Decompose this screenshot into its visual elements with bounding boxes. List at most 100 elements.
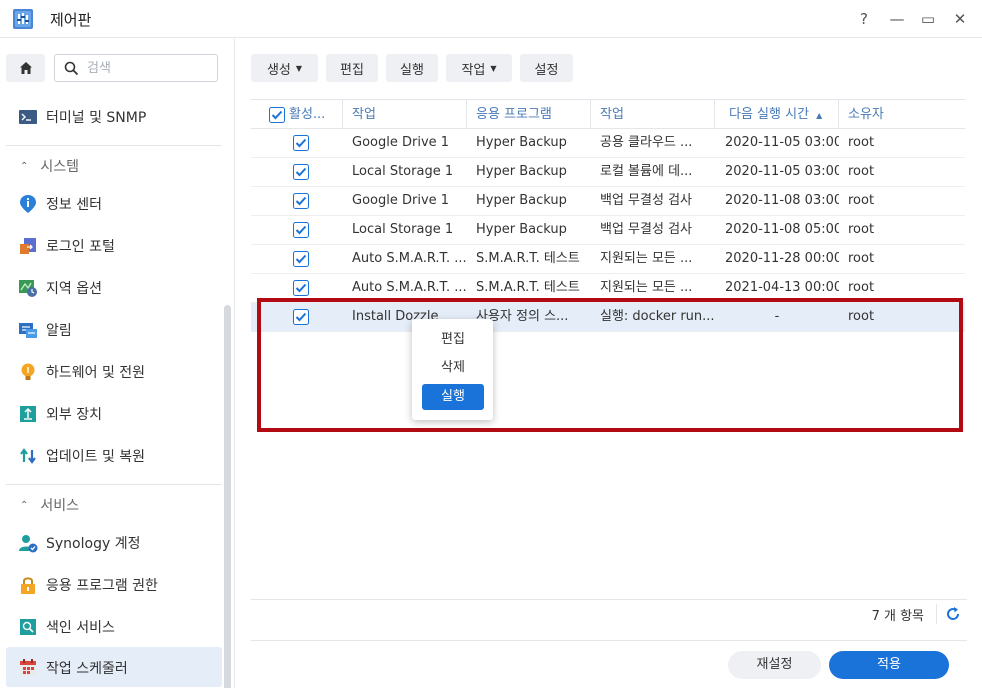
cell-app: Hyper Backup <box>476 193 567 208</box>
minimize-button[interactable]: — <box>886 8 908 30</box>
table-row[interactable]: Google Drive 1 Hyper Backup 백업 무결성 검사 2020-… <box>251 187 965 216</box>
table-row[interactable]: Local Storage 1 Hyper Backup 백업 무결성 검사 2020… <box>251 216 965 245</box>
sidebar-item-label: 터미널 및 SNMP <box>46 110 147 126</box>
refresh-icon[interactable] <box>944 605 962 623</box>
search-input[interactable] <box>87 58 211 78</box>
cell-action: 로컬 볼륨에 데... <box>600 164 693 179</box>
table-row[interactable]: Local Storage 1 Hyper Backup 로컬 볼륨에 데... 20… <box>251 158 965 187</box>
cell-task: Auto S.M.A.R.T. ... <box>352 280 467 295</box>
settings-button[interactable]: 설정 <box>520 54 573 82</box>
index-icon <box>20 619 36 635</box>
sidebar-item-synology-account[interactable]: Synology 계정 <box>6 523 222 561</box>
run-button[interactable]: 실행 <box>386 54 438 82</box>
sidebar-item-update-restore[interactable]: 업데이트 및 복원 <box>6 436 222 474</box>
sidebar-item-label: 알림 <box>46 323 72 339</box>
search-icon <box>64 61 79 76</box>
cell-task: Google Drive 1 <box>352 193 450 208</box>
cell-owner: root <box>848 135 875 150</box>
cell-action: 실행: docker run... <box>600 309 715 324</box>
sidebar-group-label: 서비스 <box>40 498 80 514</box>
cell-next: 2020-11-05 03:00 <box>725 164 839 179</box>
cell-app: Hyper Backup <box>476 135 567 150</box>
title-bar: 제어판 ? — ▭ ✕ <box>0 0 982 38</box>
action-button[interactable]: 작업 ▼ <box>446 54 512 82</box>
sidebar-item-external-devices[interactable]: 외부 장치 <box>6 394 222 432</box>
sidebar-item-hardware-power[interactable]: 하드웨어 및 전원 <box>6 352 222 390</box>
close-button[interactable]: ✕ <box>949 8 971 30</box>
table-row[interactable]: Install Dozzle 사용자 정의 스... 실행: docker run.… <box>251 303 965 332</box>
column-header-next-run[interactable]: 다음 실행 시간 ▲ <box>715 100 839 129</box>
sidebar-item-info-center[interactable]: 정보 센터 <box>6 184 222 222</box>
cell-next: 2020-11-08 05:00 <box>725 222 839 237</box>
enabled-checkbox[interactable] <box>293 280 309 296</box>
cell-owner: root <box>848 280 875 295</box>
sidebar-item-terminal[interactable]: 터미널 및 SNMP <box>6 97 222 135</box>
create-button[interactable]: 생성 ▼ <box>251 54 318 82</box>
cell-next: - <box>774 309 780 324</box>
context-menu-run[interactable]: 실행 <box>422 384 484 410</box>
context-menu: 편집 삭제 실행 <box>412 319 493 420</box>
caret-down-icon: ▼ <box>295 63 303 73</box>
cell-app: S.M.A.R.T. 테스트 <box>476 251 580 266</box>
notification-icon <box>19 323 37 338</box>
sidebar-scrollbar[interactable] <box>224 305 231 688</box>
sidebar-item-label: 하드웨어 및 전원 <box>46 365 146 381</box>
table-row[interactable]: Google Drive 1 Hyper Backup 공용 클라우드 ... 202… <box>251 129 965 158</box>
context-menu-delete[interactable]: 삭제 <box>422 355 484 381</box>
enabled-checkbox[interactable] <box>293 309 309 325</box>
column-header-action[interactable]: 작업 <box>591 100 715 129</box>
enabled-checkbox[interactable] <box>293 193 309 209</box>
login-portal-icon <box>20 238 36 254</box>
info-icon <box>20 195 36 213</box>
divider <box>936 604 937 624</box>
update-icon <box>20 448 36 464</box>
calendar-icon <box>20 659 36 676</box>
sidebar-item-notification[interactable]: 알림 <box>6 310 222 348</box>
sidebar-item-label: 작업 스케줄러 <box>46 661 128 677</box>
external-device-icon <box>20 406 36 422</box>
home-button[interactable] <box>6 54 45 82</box>
cell-action: 지원되는 모든 ... <box>600 251 693 266</box>
help-button[interactable]: ? <box>853 8 875 30</box>
cell-task: Local Storage 1 <box>352 222 454 237</box>
sidebar-group-services[interactable]: ⌃ 서비스 <box>20 495 79 515</box>
select-all-checkbox[interactable] <box>269 107 285 123</box>
column-header-label: 활성... <box>289 107 326 122</box>
cell-owner: root <box>848 222 875 237</box>
sidebar-item-login-portal[interactable]: 로그인 포털 <box>6 226 222 264</box>
sidebar-item-task-scheduler[interactable]: 작업 스케줄러 <box>6 647 222 687</box>
window-title: 제어판 <box>50 11 92 29</box>
item-count: 7 개 항목 <box>871 609 924 624</box>
table-row[interactable]: Auto S.M.A.R.T. ... S.M.A.R.T. 테스트 지원되는 모든… <box>251 245 965 274</box>
maximize-button[interactable]: ▭ <box>917 8 939 30</box>
sidebar-item-label: 로그인 포털 <box>46 239 115 255</box>
enabled-checkbox[interactable] <box>293 222 309 238</box>
sidebar-item-indexing-service[interactable]: 색인 서비스 <box>6 607 222 645</box>
divider <box>251 599 967 600</box>
sidebar-item-app-privileges[interactable]: 응용 프로그램 권한 <box>6 565 222 603</box>
sidebar-item-label: 색인 서비스 <box>46 620 115 636</box>
task-table: 활성... 작업 응용 프로그램 작업 다음 실행 시간 ▲ 소유자 Googl… <box>251 99 967 599</box>
sidebar-group-system[interactable]: ⌃ 시스템 <box>20 156 79 176</box>
apply-button[interactable]: 적용 <box>829 651 949 679</box>
caret-down-icon: ▼ <box>490 63 497 73</box>
sort-ascending-icon: ▲ <box>816 111 823 120</box>
table-row[interactable]: Auto S.M.A.R.T. ... S.M.A.R.T. 테스트 지원되는 모든… <box>251 274 965 303</box>
sidebar-item-regional-options[interactable]: 지역 옵션 <box>6 268 222 306</box>
action-label: 작업 <box>461 62 486 78</box>
enabled-checkbox[interactable] <box>293 251 309 267</box>
search-box[interactable] <box>54 54 218 82</box>
enabled-checkbox[interactable] <box>293 135 309 151</box>
chevron-up-icon: ⌃ <box>20 160 29 172</box>
column-header-application[interactable]: 응용 프로그램 <box>467 100 591 129</box>
enabled-checkbox[interactable] <box>293 164 309 180</box>
edit-button[interactable]: 편집 <box>326 54 378 82</box>
cell-action: 공용 클라우드 ... <box>600 135 693 150</box>
terminal-icon <box>19 110 37 124</box>
cell-owner: root <box>848 251 875 266</box>
column-header-owner[interactable]: 소유자 <box>839 100 965 129</box>
context-menu-edit[interactable]: 편집 <box>422 327 484 353</box>
create-label: 생성 <box>266 62 291 78</box>
reset-button[interactable]: 재설정 <box>728 651 821 679</box>
column-header-task[interactable]: 작업 <box>343 100 467 129</box>
